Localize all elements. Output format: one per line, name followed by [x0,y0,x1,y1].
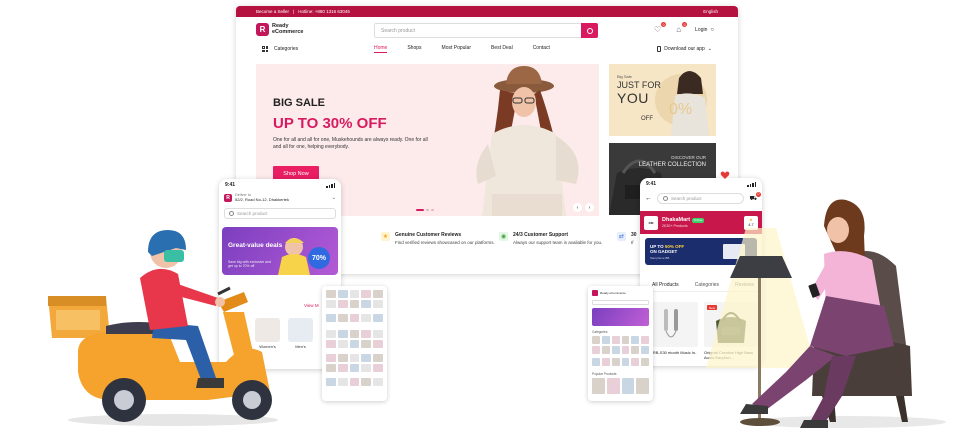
hotline-text: Hotline: +880 1316 63045 [298,9,350,14]
status-time: 9:41 [225,182,236,188]
wishlist-count-badge: 0 [661,22,667,27]
shop-logo: DM [644,215,658,230]
logo-line-2: eCommerce [272,29,304,35]
become-seller-link[interactable]: Become a Seller [256,9,289,14]
side-banner-line-3: OFF [641,116,653,122]
tablet-logo: Ready eCommerce [592,290,626,296]
tablet-mockup-home: Ready eCommerce Categories Popular Produ… [588,286,653,401]
tablet-search-input[interactable] [592,300,649,305]
search-bar[interactable]: Search product [374,23,598,38]
search-icon [229,211,234,216]
logo-icon: R [256,22,269,36]
tablet-categories-label: Categories [592,330,608,334]
carousel-dots [416,209,434,211]
logo-icon: R [224,193,232,202]
search-icon [663,196,668,201]
heart-icon [720,171,730,179]
return-icon: ⇄ [617,232,626,241]
site-logo[interactable]: R Ready eCommerce [256,22,304,36]
tablet-product-grid [326,290,383,308]
carousel-dot[interactable] [426,209,429,211]
side-banner-2-kicker: DISCOVER OUR [671,155,706,160]
hero-description: One for all and all for one, Muskehounds… [273,137,428,150]
side-banner-line-2: YOU [617,90,649,106]
signal-icon [747,181,756,187]
nav-most-popular[interactable]: Most Popular [442,45,471,53]
download-app-menu[interactable]: Download our app ⌄ [657,46,712,52]
categories-menu[interactable]: Categories [262,46,374,52]
signal-icon [326,182,335,188]
status-bar: 9:41 [219,179,341,191]
status-bar: 9:41 [640,178,762,190]
nav-contact[interactable]: Contact [533,45,550,53]
logo-icon [592,290,598,296]
side-banner-just-for-you[interactable]: 0% Big Sale JUST FOR YOU OFF [609,64,716,136]
nav-best-deal[interactable]: Best Deal [491,45,513,53]
search-input[interactable]: Search product [224,208,336,219]
tab-all-products[interactable]: All Products [652,282,679,288]
support-icon: ◉ [499,232,508,241]
delivery-rider-illustration [48,230,278,426]
phone-icon [657,46,662,52]
side-banner-2-title: LEATHER COLLECTION [638,162,706,168]
tablet-banner[interactable] [592,308,649,326]
woman-on-armchair-illustration [730,199,946,428]
user-icon: ○ [710,26,714,33]
view-more-link[interactable]: View M [304,303,319,308]
nav-home[interactable]: Home [374,45,388,53]
grid-icon [262,46,268,52]
back-arrow-icon[interactable]: ← [645,195,652,202]
hero-title: BIG SALE [273,97,325,109]
carousel-prev-button[interactable]: ‹ [573,203,582,212]
deals-discount-badge: 70% [308,247,330,269]
shop-product-count: 2K30+ Products [662,224,688,228]
carousel-dot[interactable] [416,209,424,211]
main-nav: Categories Home Shops Most Popular Best … [236,41,738,57]
shop-name: DhakaMart [662,217,691,223]
hero-headline: UP TO 30% OFF [273,115,387,132]
tablet-mockup-catalog [322,286,387,401]
tablet-popular-label: Popular Products [592,372,617,376]
status-time: 9:41 [646,181,657,187]
feature-item: ◉ 24/3 Customer Support Always our suppo… [499,232,603,245]
carousel-next-button[interactable]: › [585,203,594,212]
earphones-illustration [664,308,678,337]
heart-icon: ♡ [654,25,662,34]
login-button[interactable]: Login ○ [695,27,714,33]
chevron-down-icon: ⌄ [707,46,712,52]
chevron-down-icon: ⌄ [331,194,336,201]
side-banner-line-1: JUST FOR [617,80,661,90]
promo-brand: Samphone BB [650,256,670,260]
cart-button[interactable]: ⌂ 0 [674,22,688,34]
top-bar: Become a Seller | Hotline: +880 1316 630… [236,6,738,17]
nav-shops[interactable]: Shops [407,45,421,53]
svg-text:0%: 0% [669,101,692,118]
search-icon [586,27,593,34]
bag-icon: ⌂ [676,25,682,34]
wishlist-button[interactable]: ♡ 0 [653,22,667,34]
cart-count-badge: 0 [682,22,688,27]
carousel-dot[interactable] [431,209,434,211]
search-input[interactable]: Search product [375,28,581,34]
site-header: R Ready eCommerce Search product ♡ 0 ⌂ 0… [236,17,738,41]
search-button[interactable] [581,23,598,38]
language-selector[interactable]: English [703,9,718,14]
delivery-address[interactable]: R Deliver to 52/2, Road No-12, Dhakkerte… [219,191,341,204]
side-banner-kicker: Big Sale [617,74,632,79]
star-icon: ★ [381,232,390,241]
online-badge: Online [692,217,704,223]
feature-item: ★ Genuine Customer Reviews Find verified… [381,232,495,245]
